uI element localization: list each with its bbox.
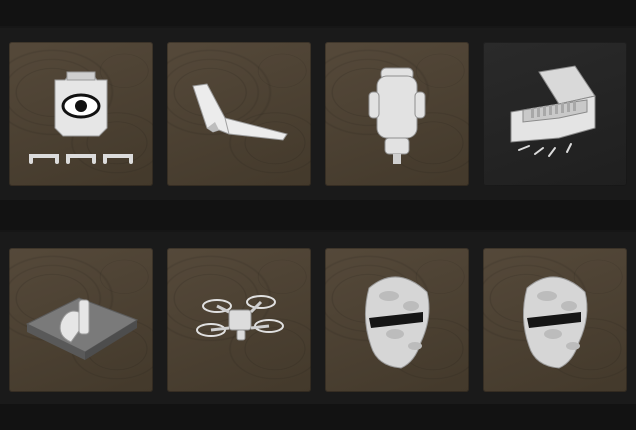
item-tile-ammo-case[interactable] [483, 42, 627, 186]
stealth-wing-icon [192, 83, 288, 141]
item-tile-quad-drone[interactable] [167, 248, 311, 392]
item-tile-balaclava-1[interactable] [325, 248, 469, 392]
inventory-screen [0, 0, 636, 430]
camo-balaclava-icon [523, 276, 588, 369]
supply-crate-icon [25, 297, 139, 360]
bottom-divider [0, 404, 636, 430]
vest-with-eye-icon [29, 71, 133, 164]
inventory-row-1 [0, 28, 636, 200]
top-divider [0, 0, 636, 26]
quadcopter-drone-icon [196, 295, 284, 341]
item-tile-vest-eye[interactable] [9, 42, 153, 186]
item-tile-balaclava-2[interactable] [483, 248, 627, 392]
item-tile-backpack[interactable] [325, 42, 469, 186]
inventory-row-2 [0, 232, 636, 404]
row-divider [0, 200, 636, 230]
item-tile-supply-crate[interactable] [9, 248, 153, 392]
camo-balaclava-icon [365, 276, 430, 369]
item-tile-stealth-drone[interactable] [167, 42, 311, 186]
backpack-icon [368, 67, 426, 164]
ammo-case-icon [510, 65, 596, 157]
